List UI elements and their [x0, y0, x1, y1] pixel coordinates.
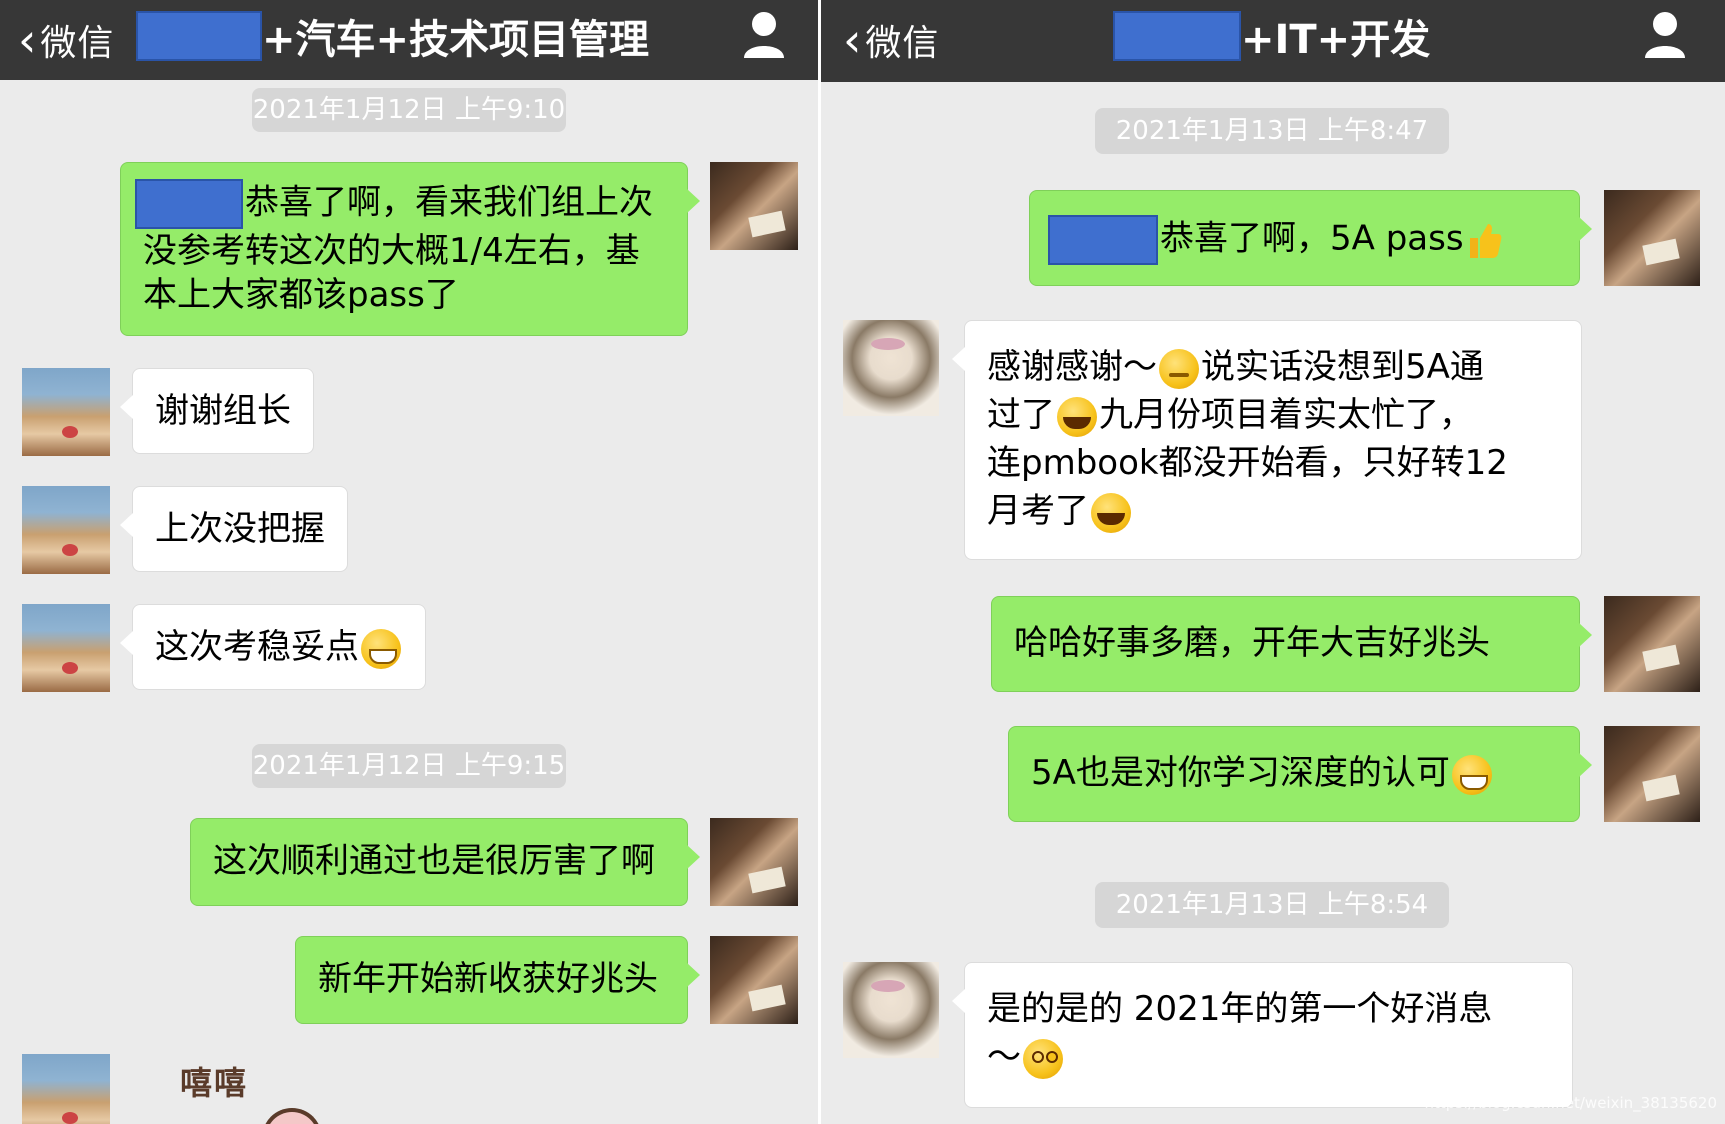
thumbs-up-emoji — [1469, 224, 1501, 258]
grin-emoji — [361, 628, 401, 669]
redaction-box — [136, 11, 262, 61]
back-chevron-icon: ‹ — [843, 13, 862, 67]
message-line: 恭喜了啊，看来我们组上次 — [135, 179, 665, 229]
user-profile-icon[interactable] — [742, 10, 786, 60]
message-line: 过了 九月份项目着实太忙了， — [987, 395, 1473, 437]
message-bubble-other[interactable]: 是的是的 2021年的第一个好消息 ～ — [952, 962, 1573, 1108]
avatar-contact[interactable] — [22, 368, 110, 456]
message-line: ～ — [987, 1033, 1550, 1081]
message-bubble-other[interactable]: 谢谢组长 — [120, 368, 314, 454]
avatar-self[interactable] — [710, 162, 798, 250]
message-bubble-other[interactable]: 上次没把握 — [120, 486, 348, 572]
avatar-contact[interactable] — [22, 1054, 110, 1124]
sticker-message[interactable]: 嘻嘻 — [180, 1058, 322, 1124]
back-button[interactable]: ‹ 微信 — [843, 8, 939, 72]
timestamp: 2021年1月13日 上午8:54 — [1095, 882, 1449, 928]
message-bubble-self[interactable]: 这次顺利通过也是很厉害了啊 — [190, 818, 700, 906]
grin-emoji — [1451, 754, 1492, 795]
avatar-self[interactable] — [1604, 596, 1700, 692]
cry-laugh-emoji — [1057, 396, 1097, 437]
message-text: 这次考稳妥点 — [155, 627, 359, 667]
cry-laugh-emoji — [1091, 492, 1131, 533]
nav-bar: ‹ 微信 +汽车+技术项目管理 — [0, 0, 818, 80]
message-bubble-other[interactable]: 这次考稳妥点 — [120, 604, 426, 690]
message-bubble-self[interactable]: 5A也是对你学习深度的认可 — [1008, 726, 1592, 822]
chat-window-left: ‹ 微信 +汽车+技术项目管理 2021年1月12日 上午9:10 恭喜了啊，看… — [0, 0, 818, 1124]
message-line: 是的是的 2021年的第一个好消息 — [987, 989, 1493, 1029]
message-bubble-self[interactable]: 新年开始新收获好兆头 — [295, 936, 700, 1024]
avatar-self[interactable] — [710, 818, 798, 906]
watermark: https://blog.csdn.net/weixin_38135620 — [1424, 1094, 1717, 1112]
avatar-self[interactable] — [710, 936, 798, 1024]
back-button[interactable]: ‹ 微信 — [18, 8, 114, 72]
sticker-text: 嘻嘻 — [180, 1064, 249, 1102]
message-bubble-self[interactable]: 恭喜了啊，看来我们组上次 没参考转这次的大概1/4左右，基 本上大家都该pass… — [120, 162, 700, 336]
message-text: 5A也是对你学习深度的认可 — [1031, 753, 1450, 793]
chat-title-text: +IT+开发 — [1241, 17, 1431, 63]
avatar-self[interactable] — [1604, 726, 1700, 822]
timestamp: 2021年1月12日 上午9:10 — [252, 88, 566, 132]
avatar-self[interactable] — [1604, 190, 1700, 286]
avatar-contact[interactable] — [843, 320, 939, 416]
dizzy-emoji — [1023, 1038, 1063, 1079]
redaction-box — [1048, 215, 1158, 265]
message-line: 本上大家都该pass了 — [143, 275, 459, 315]
avatar-contact[interactable] — [22, 486, 110, 574]
back-label: 微信 — [40, 23, 115, 64]
chat-window-right: ‹ 微信 +IT+开发 2021年1月13日 上午8:47 恭喜了啊，5A pa… — [821, 0, 1725, 1124]
back-label: 微信 — [865, 23, 940, 64]
message-text: 恭喜了啊，5A pass — [1160, 218, 1464, 259]
redaction-box — [135, 179, 243, 229]
timestamp: 2021年1月13日 上午8:47 — [1095, 108, 1449, 154]
smirk-emoji — [1159, 348, 1199, 389]
chat-title: +汽车+技术项目管理 — [136, 6, 649, 66]
sticker-character — [262, 1108, 322, 1124]
message-line: 感谢感谢～ 说实话没想到5A通 — [987, 347, 1484, 389]
message-line: 月考了 — [987, 487, 1559, 535]
avatar-contact[interactable] — [843, 962, 939, 1058]
chat-title-text: +汽车+技术项目管理 — [262, 17, 650, 63]
redaction-box — [1113, 11, 1241, 61]
message-line: 连pmbook都没开始看，只好转12 — [987, 443, 1508, 483]
message-line: 没参考转这次的大概1/4左右，基 — [143, 231, 640, 271]
chat-title: +IT+开发 — [1113, 6, 1430, 66]
back-chevron-icon: ‹ — [18, 13, 37, 67]
user-profile-icon[interactable] — [1643, 10, 1687, 60]
message-bubble-other[interactable]: 感谢感谢～ 说实话没想到5A通 过了 九月份项目着实太忙了， 连pmbook都没开始… — [952, 320, 1582, 560]
nav-bar: ‹ 微信 +IT+开发 — [821, 0, 1725, 82]
message-bubble-self[interactable]: 哈哈好事多磨，开年大吉好兆头 — [991, 596, 1592, 692]
timestamp: 2021年1月12日 上午9:15 — [252, 744, 566, 788]
avatar-contact[interactable] — [22, 604, 110, 692]
message-bubble-self[interactable]: 恭喜了啊，5A pass — [1029, 190, 1592, 286]
